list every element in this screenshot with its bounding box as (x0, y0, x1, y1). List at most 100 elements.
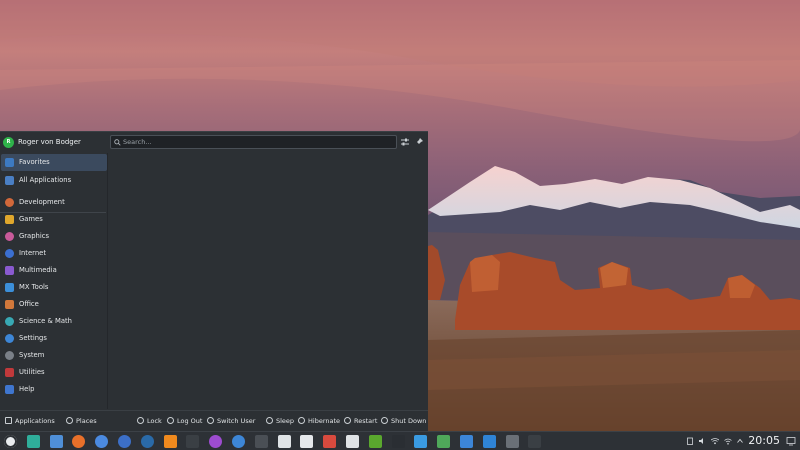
sidebar-item-label: Science & Math (19, 317, 72, 325)
sidebar-item-label: Favorites (19, 158, 50, 166)
sidebar-item-utilities[interactable]: Utilities (1, 364, 107, 381)
configure-icon[interactable] (400, 137, 410, 147)
sidebar-item-office[interactable]: Office (1, 296, 107, 313)
sidebar-item-graphics[interactable]: Graphics (1, 228, 107, 245)
shutdown-label: Shut Down (391, 417, 427, 425)
pdf-tool-icon[interactable] (323, 435, 337, 448)
tab-applications[interactable]: Applications (2, 411, 55, 433)
wifi-icon[interactable] (724, 437, 732, 445)
switch-user-button[interactable]: Switch User (207, 417, 255, 425)
help-icon (5, 385, 14, 394)
pin-icon[interactable] (414, 137, 424, 147)
system-icon (5, 351, 14, 360)
sidebar-item-label: Utilities (19, 368, 45, 376)
toolbox-icon (5, 283, 14, 292)
steam-icon[interactable] (140, 435, 154, 448)
power-icon (381, 417, 388, 424)
spectacle-icon[interactable] (209, 435, 223, 448)
tab-applications-text: Applications (15, 417, 55, 425)
sidebar-item-label: Development (19, 198, 65, 206)
globe-icon (5, 249, 14, 258)
vlc-icon[interactable] (163, 435, 177, 448)
code-icon (5, 198, 14, 207)
star-icon (5, 158, 14, 167)
terminal-icon[interactable] (186, 435, 200, 448)
lock-button[interactable]: Lock (137, 417, 162, 425)
search-placeholder: Search... (123, 138, 152, 146)
hibernate-icon (298, 417, 305, 424)
sidebar-item-label: Office (19, 300, 39, 308)
results-area (109, 153, 428, 409)
mx-tweak-icon[interactable] (414, 435, 428, 448)
firefox-icon[interactable] (72, 435, 86, 448)
category-sidebar: Favorites All Applications Development G… (0, 153, 108, 409)
disk-tool-icon[interactable] (482, 435, 496, 448)
sidebar-item-science-math[interactable]: Science & Math (1, 313, 107, 330)
user-name: Roger von Bodger (18, 138, 81, 146)
sleep-icon (266, 417, 273, 424)
switch-user-icon (207, 417, 214, 424)
sleep-button[interactable]: Sleep (266, 417, 294, 425)
lock-icon (137, 417, 144, 424)
android-icon[interactable] (437, 435, 451, 448)
mx-launcher-icon[interactable] (4, 435, 17, 448)
shutdown-button[interactable]: Shut Down (381, 417, 426, 425)
terminal-emulator-icon[interactable] (528, 435, 542, 448)
software-updater-icon[interactable] (277, 435, 291, 448)
nvidia-icon[interactable] (368, 435, 382, 448)
avatar[interactable]: R (3, 137, 14, 148)
grid-icon (5, 176, 14, 185)
system-monitor-icon[interactable] (391, 435, 405, 448)
sleep-label: Sleep (276, 417, 295, 425)
hibernate-button[interactable]: Hibernate (298, 417, 340, 425)
system-info-icon[interactable] (505, 435, 519, 448)
media-icon (5, 266, 14, 275)
sidebar-item-all-applications[interactable]: All Applications (1, 172, 107, 189)
gear-icon (5, 334, 14, 343)
package-installer-icon[interactable] (346, 435, 359, 448)
sidebar-item-label: MX Tools (19, 283, 49, 291)
tab-places[interactable]: Places (66, 417, 97, 425)
utilities-icon (5, 368, 14, 377)
sidebar-item-system[interactable]: System (1, 347, 107, 364)
sidebar-item-settings[interactable]: Settings (1, 330, 107, 347)
logout-icon (167, 417, 174, 424)
network-icon[interactable] (711, 437, 719, 445)
launcher-header: R Roger von Bodger Search... (0, 132, 428, 152)
restart-icon (344, 417, 351, 424)
sidebar-item-label: System (19, 351, 45, 359)
restart-label: Restart (354, 417, 378, 425)
document-viewer-icon[interactable] (300, 435, 314, 448)
sidebar-item-label: Settings (19, 334, 47, 342)
sidebar-item-label: Help (19, 385, 35, 393)
sidebar-item-mx-tools[interactable]: MX Tools (1, 279, 107, 296)
network-tool-icon[interactable] (460, 435, 473, 448)
palette-icon (5, 232, 14, 241)
file-manager-icon[interactable] (49, 435, 63, 448)
show-desktop-icon[interactable] (786, 436, 796, 446)
sidebar-item-games[interactable]: Games (1, 211, 107, 228)
thunderbird-icon[interactable] (118, 435, 131, 448)
sidebar-item-internet[interactable]: Internet (1, 245, 107, 262)
volume-icon[interactable] (698, 437, 706, 445)
logout-label: Log Out (177, 417, 203, 425)
logout-button[interactable]: Log Out (167, 417, 202, 425)
search-input[interactable]: Search... (110, 135, 397, 149)
clock[interactable]: 20:05 (748, 434, 780, 447)
switch-user-label: Switch User (217, 417, 256, 425)
restart-button[interactable]: Restart (344, 417, 377, 425)
sidebar-item-help[interactable]: Help (1, 381, 107, 398)
atom-icon (5, 317, 14, 326)
sidebar-item-label: All Applications (19, 176, 72, 184)
chevron-up-icon[interactable] (736, 437, 744, 445)
clipboard-icon[interactable] (686, 437, 694, 445)
sidebar-item-multimedia[interactable]: Multimedia (1, 262, 107, 279)
sidebar-item-favorites[interactable]: Favorites (1, 154, 107, 171)
sidebar-item-development[interactable]: Development (1, 194, 107, 211)
chromium-icon[interactable] (95, 435, 109, 448)
settings-app-icon[interactable] (26, 435, 40, 448)
conky-icon[interactable] (254, 435, 268, 448)
launcher-footer: Applications Places Lock Log Out Switch … (0, 410, 428, 433)
web-browser-icon[interactable] (232, 435, 245, 448)
sidebar-item-label: Graphics (19, 232, 50, 240)
